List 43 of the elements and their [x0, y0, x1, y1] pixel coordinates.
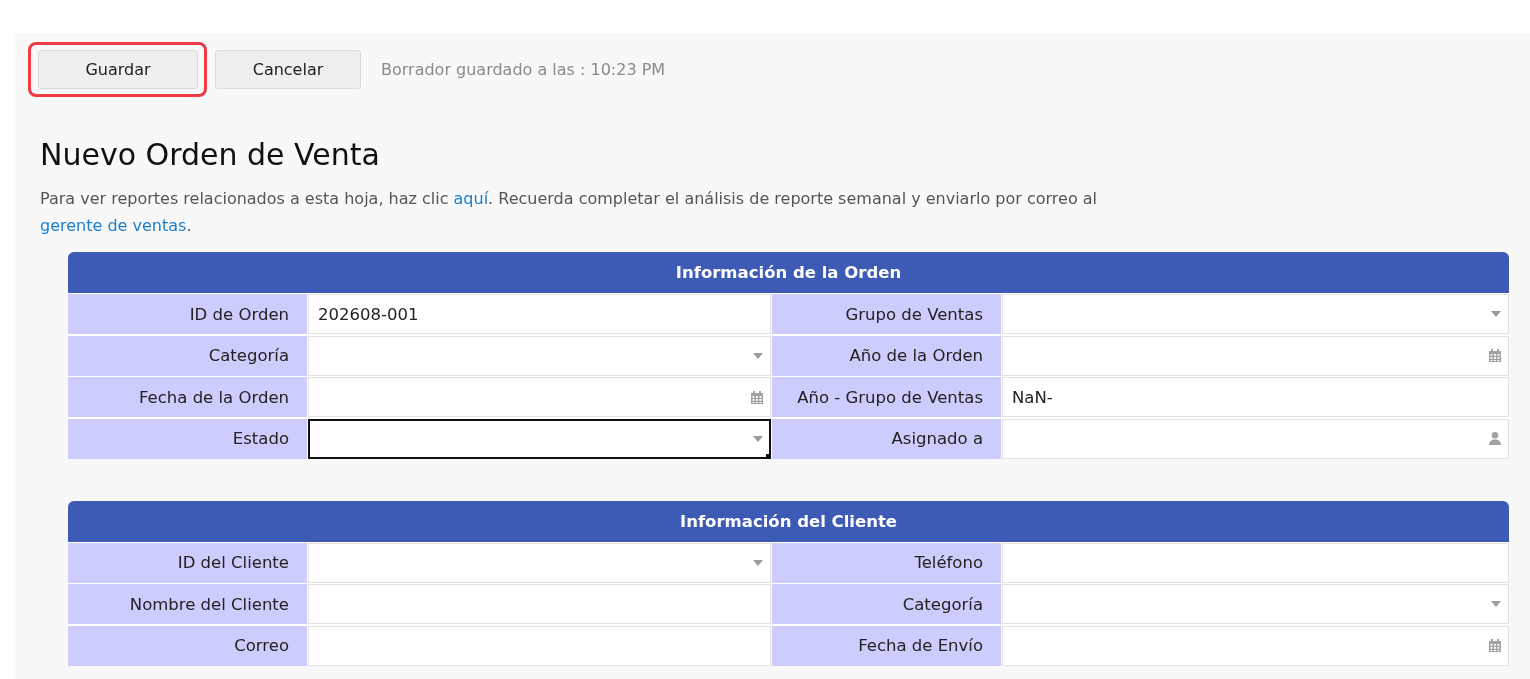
field-label: Asignado a	[772, 418, 1001, 459]
field-label: ID de Orden	[68, 294, 307, 334]
person-field[interactable]	[1002, 418, 1509, 459]
calendar-icon	[1489, 349, 1501, 362]
person-icon	[1489, 432, 1501, 445]
caret-down-icon	[1491, 311, 1501, 317]
section-header: Información de la Orden	[68, 252, 1509, 293]
caret-down-icon	[1491, 601, 1501, 607]
caret-down-icon	[753, 352, 763, 359]
intro-text: Para ver reportes relacionados a esta hoja, haz clic aquí. Recuerda completar el análisis de reporte semanal y enviarlo por correo al gerente de ventas.	[40, 188, 1098, 237]
text-link[interactable]: gerente de ventas	[40, 216, 187, 235]
field-label: Fecha de Envío	[772, 625, 1001, 666]
input-field[interactable]	[308, 584, 771, 624]
field-label: Grupo de Ventas	[772, 294, 1001, 334]
dropdown-field[interactable]	[308, 418, 771, 459]
input-field[interactable]	[308, 625, 771, 666]
field-label: ID del Cliente	[68, 542, 307, 583]
cancel-button[interactable]: Cancelar	[215, 50, 361, 89]
calendar-icon	[1489, 639, 1501, 652]
caret-down-icon	[753, 435, 763, 442]
input-field[interactable]	[1002, 542, 1509, 583]
field-label: Teléfono	[772, 542, 1001, 583]
field-label: Año - Grupo de Ventas	[772, 377, 1001, 417]
draft-status-text: Borrador guardado a las : 10:23 PM	[381, 60, 666, 79]
date-field[interactable]	[1002, 335, 1509, 376]
text-link[interactable]: aquí	[453, 189, 489, 208]
date-field[interactable]	[308, 377, 771, 417]
field-label: Categoría	[772, 584, 1001, 624]
field-label: Nombre del Cliente	[68, 584, 307, 624]
input-field[interactable]: 202608-001	[308, 294, 771, 334]
caret-down-icon	[753, 559, 763, 566]
save-button[interactable]: Guardar	[38, 50, 198, 89]
field-label: Categoría	[68, 335, 307, 376]
calendar-icon	[751, 390, 763, 404]
field-label: Año de la Orden	[772, 335, 1001, 376]
field-label: Fecha de la Orden	[68, 377, 307, 417]
page-title: Nuevo Orden de Venta	[40, 137, 381, 173]
field-label: Correo	[68, 625, 307, 666]
section-header: Información del Cliente	[68, 500, 1509, 542]
field-label: Estado	[68, 418, 307, 459]
date-field[interactable]	[1002, 625, 1509, 666]
input-field[interactable]: NaN-	[1002, 377, 1509, 417]
square-handle-icon[interactable]	[766, 453, 771, 459]
